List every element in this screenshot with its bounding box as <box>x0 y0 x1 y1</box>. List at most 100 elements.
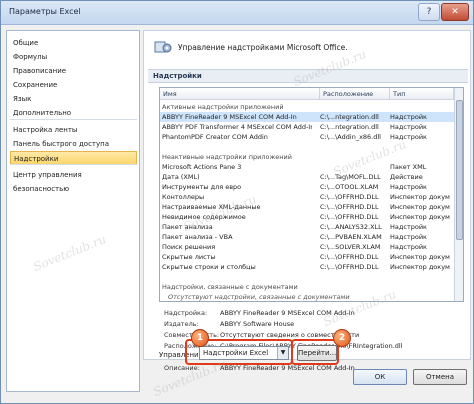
list-item[interactable]: Дата (XML) C:\...Tag\MOFL.DLL Действие <box>160 172 454 182</box>
list-item[interactable]: ABBYY FineReader 9 MSExcel COM Add-In C:\… <box>160 112 454 122</box>
addin-name: PhantomPDF Creator COM Addin <box>162 133 268 141</box>
addin-type: Надстройк <box>390 113 427 121</box>
addin-location: C:\...ntegration.dll <box>320 113 379 121</box>
nav-item[interactable]: Сохранение <box>10 78 137 92</box>
addin-type: Надстройк <box>390 243 427 251</box>
list-item[interactable]: Настраиваемые XML-данные C:\...\OFFRHD.DL… <box>160 202 454 212</box>
list-item[interactable]: Пакет анализа C:\...ANALYS32.XLL Надстройк <box>160 222 454 232</box>
addin-type: Пакет XML <box>390 163 427 171</box>
list-item[interactable]: Поиск решения C:\...SOLVER.XLAM Надстройк <box>160 242 454 252</box>
addin-location: C:\...\OFFRHD.DLL <box>320 263 379 271</box>
detail-value: ABBYY FineReader 9 MSExcel COM Add-In <box>220 309 355 317</box>
panel-header: Управление надстройками Microsoft Office… <box>178 43 348 52</box>
addin-location: C:\...Tag\MOFL.DLL <box>320 173 381 181</box>
nav-item[interactable]: Язык <box>10 92 137 106</box>
addin-type: Надстройк <box>390 223 427 231</box>
addin-name: Пакет анализа - VBA <box>162 233 233 241</box>
nav-separator <box>10 164 137 165</box>
nav-item[interactable]: Центр управления безопасностью <box>10 168 137 193</box>
list-item[interactable]: Скрытые листы C:\...\OFFRHD.DLL Инспектор … <box>160 252 454 262</box>
addin-location: C:\...SOLVER.XLAM <box>320 243 381 251</box>
addins-gear-icon <box>154 41 172 53</box>
addins-list[interactable]: Имя Расположение Тип Активные надстройки… <box>159 87 464 302</box>
help-button[interactable]: ? <box>418 3 440 21</box>
list-group-header: Надстройки, связанные с документами <box>162 283 298 291</box>
window-title: Параметры Excel <box>9 7 81 16</box>
list-scrollbar[interactable] <box>454 88 463 301</box>
section-title: Надстройки <box>148 69 468 83</box>
scrollbar-thumb[interactable] <box>456 100 463 240</box>
excel-options-window: Параметры Excel ? ✕ Общие Формулы Правопис… <box>0 0 474 404</box>
nav-item[interactable]: Общие <box>10 36 137 50</box>
addin-location: C:\...ANALYS32.XLL <box>320 223 382 231</box>
addin-location: C:\...\OFFRHD.DLL <box>320 193 379 201</box>
column-header-type[interactable]: Тип <box>390 88 454 100</box>
list-item[interactable]: Microsoft Actions Pane 3 Пакет XML <box>160 162 454 172</box>
addin-name: Дата (XML) <box>162 173 200 181</box>
addin-location: C:\...\OFFRHD.DLL <box>320 203 379 211</box>
addin-type: Инспектор докум <box>390 213 450 221</box>
addin-type: Инспектор докум <box>390 193 450 201</box>
addin-name: Невидимое содержимое <box>162 213 246 221</box>
addin-name: Microsoft Actions Pane 3 <box>162 163 242 171</box>
addin-location: C:\...PVBAEN.XLAM <box>320 233 382 241</box>
addin-type: Надстройк <box>390 233 427 241</box>
addin-type: Надстройк <box>390 133 427 141</box>
addin-name: ABBYY FineReader 9 MSExcel COM Add-In <box>162 113 297 121</box>
detail-label: Издатель: <box>164 320 199 328</box>
column-header-name[interactable]: Имя <box>160 88 320 100</box>
step-badge-2: 2 <box>333 329 351 347</box>
list-item[interactable]: Пакет анализа - VBA C:\...PVBAEN.XLAM Надс… <box>160 232 454 242</box>
addin-location: C:\...ntegration.dll <box>320 123 379 131</box>
addin-name: Контоллеры <box>162 193 205 201</box>
highlight-go-button <box>291 339 339 365</box>
addin-type: Инспектор докум <box>390 203 450 211</box>
help-icon: ? <box>426 7 432 17</box>
options-nav: Общие Формулы Правописание Сохранение Язык До… <box>6 30 140 392</box>
addin-name: ABBYY PDF Transformer 4 MSExcel COM Add-… <box>162 123 312 131</box>
detail-row: Издатель: ABBYY Software House <box>164 319 464 330</box>
addin-location: C:\...OTOOL.XLAM <box>320 183 379 191</box>
addin-name: Инструменты для евро <box>162 183 242 191</box>
list-item[interactable]: Невидимое содержимое C:\...\OFFRHD.DLL Инс… <box>160 212 454 222</box>
addin-type: Действие <box>390 173 423 181</box>
list-group-header: Неактивные надстройки приложений <box>162 153 292 161</box>
addin-type: Инспектор докум <box>390 263 450 271</box>
list-item[interactable]: Скрытые строки и столбцы C:\...\OFFRHD.DL… <box>160 262 454 272</box>
nav-item[interactable]: Формулы <box>10 50 137 64</box>
list-group-header: Активные надстройки приложений <box>162 103 284 111</box>
list-item[interactable]: Контоллеры C:\...\OFFRHD.DLL Инспектор док… <box>160 192 454 202</box>
addin-name: Скрытые строки и столбцы <box>162 263 256 271</box>
title-bar: Параметры Excel ? ✕ <box>1 1 473 25</box>
step-badge-1: 1 <box>191 329 209 347</box>
addin-name: Скрытые листы <box>162 253 216 261</box>
addin-name: Поиск решения <box>162 243 216 251</box>
list-item[interactable]: ABBYY PDF Transformer 4 MSExcel COM Add-… <box>160 122 454 132</box>
addin-type: Инспектор докум <box>390 253 450 261</box>
addin-location: C:\...\OFFRHD.DLL <box>320 253 379 261</box>
addin-location: C:\...\Addin_x86.dll <box>320 133 381 141</box>
addin-type: Надстройк <box>390 123 427 131</box>
addin-name: Пакет анализа <box>162 223 213 231</box>
nav-item[interactable]: Надстройки <box>10 151 137 165</box>
nav-item[interactable]: Правописание <box>10 64 137 78</box>
detail-label: Надстройка: <box>164 309 208 317</box>
nav-separator <box>10 119 137 120</box>
nav-item[interactable]: Настройка ленты <box>10 123 137 137</box>
list-item[interactable]: Инструменты для евро C:\...OTOOL.XLAM Надс… <box>160 182 454 192</box>
addin-type: Надстройк <box>390 183 427 191</box>
nav-item[interactable]: Дополнительно <box>10 106 137 120</box>
cancel-button[interactable]: Отмена <box>413 369 467 385</box>
close-button[interactable]: ✕ <box>441 3 469 21</box>
addin-name: Настраиваемые XML-данные <box>162 203 261 211</box>
column-header-location[interactable]: Расположение <box>320 88 390 100</box>
nav-item[interactable]: Панель быстрого доступа <box>10 137 137 151</box>
ok-button[interactable]: ОК <box>353 369 407 385</box>
close-icon: ✕ <box>451 7 459 17</box>
addins-panel: Управление надстройками Microsoft Office… <box>143 30 471 372</box>
list-item[interactable]: PhantomPDF Creator COM Addin C:\...\Addin… <box>160 132 454 142</box>
addin-location: C:\...\OFFRHD.DLL <box>320 213 379 221</box>
list-note: Отсутствуют надстройки, связанные с доку… <box>168 293 350 301</box>
